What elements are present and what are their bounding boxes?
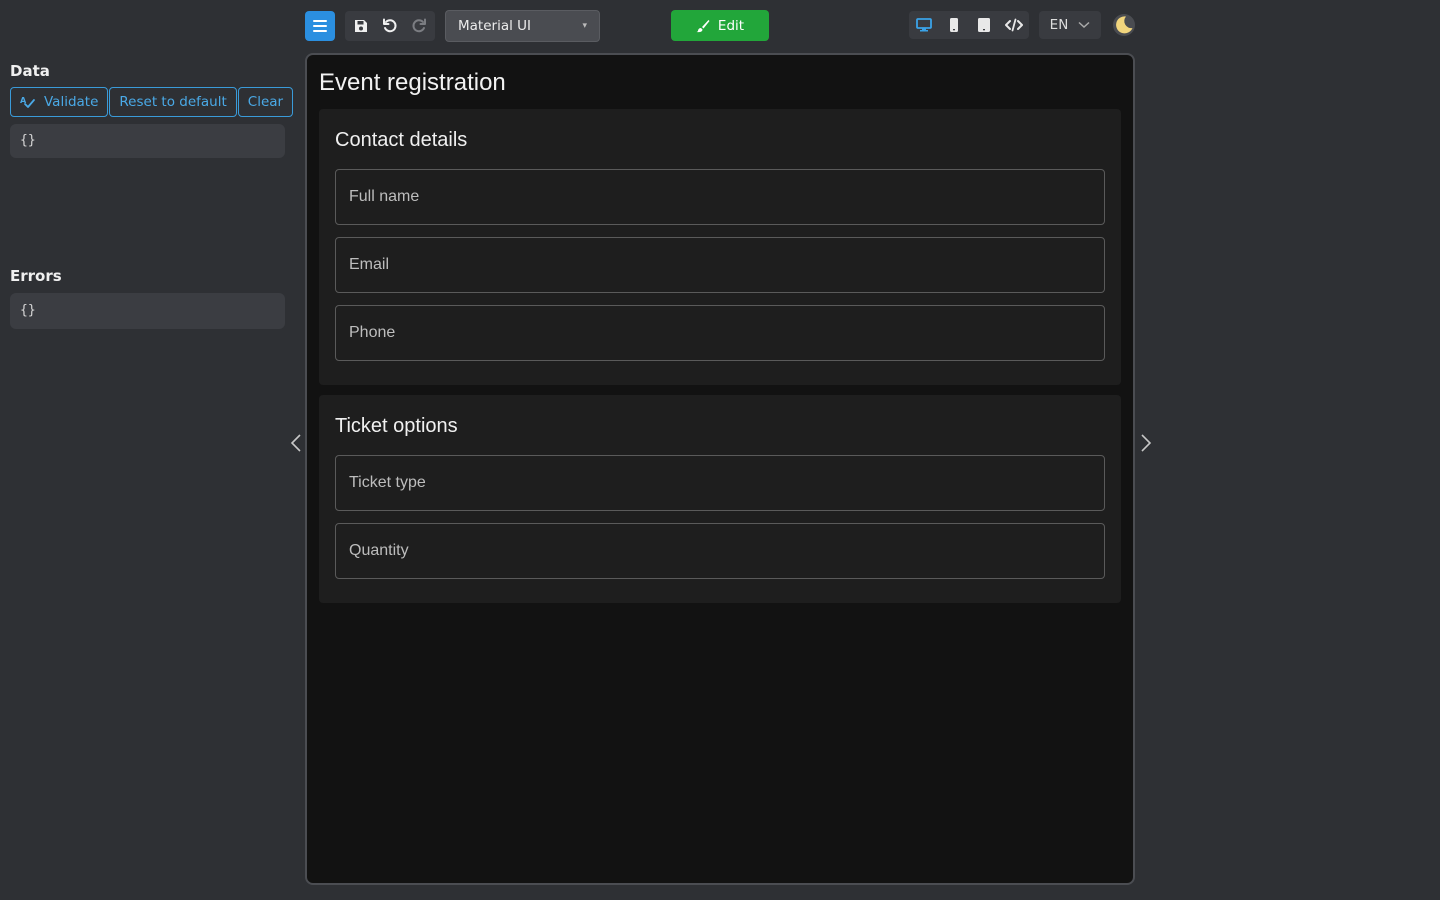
validate-button[interactable]: A Validate — [10, 87, 109, 117]
brush-icon — [696, 19, 710, 32]
phone-field[interactable]: Phone — [335, 305, 1105, 361]
form-title: Event registration — [319, 69, 506, 96]
clear-button[interactable]: Clear — [237, 87, 294, 117]
field-label: Phone — [349, 324, 396, 341]
reset-button-label: Reset to default — [119, 94, 227, 110]
redo-icon — [412, 18, 426, 33]
email-field[interactable]: Email — [335, 237, 1105, 293]
code-view-button[interactable] — [999, 11, 1029, 39]
top-toolbar: Material UI ▾ Edit EN — [0, 0, 1440, 50]
clear-button-label: Clear — [247, 94, 284, 110]
code-icon — [1005, 18, 1023, 32]
undo-icon — [382, 18, 397, 33]
tablet-icon — [978, 18, 990, 32]
form-preview: Event registration Contact details Full … — [305, 53, 1135, 885]
caret-down-icon: ▾ — [582, 21, 587, 31]
left-panel: Data A Validate Reset to default Clear {… — [10, 60, 294, 329]
save-icon — [355, 20, 368, 32]
ticket-type-field[interactable]: Ticket type — [335, 455, 1105, 511]
chevron-right-icon — [1141, 434, 1152, 452]
hamburger-menu-icon — [313, 20, 327, 32]
redo-button[interactable] — [405, 11, 433, 41]
save-button[interactable] — [347, 11, 375, 41]
quantity-field[interactable]: Quantity — [335, 523, 1105, 579]
language-select[interactable]: EN — [1039, 11, 1101, 39]
chevron-down-icon — [1078, 21, 1090, 29]
mobile-view-button[interactable] — [939, 11, 969, 39]
theme-select-value: Material UI — [458, 18, 531, 34]
collapse-right-panel-button[interactable] — [1136, 432, 1156, 454]
device-toolbar — [909, 11, 1029, 39]
tablet-view-button[interactable] — [969, 11, 999, 39]
errors-json-view: {} — [10, 293, 285, 329]
mobile-icon — [950, 18, 958, 32]
menu-button[interactable] — [305, 11, 335, 41]
field-label: Full name — [349, 188, 420, 205]
field-label: Email — [349, 256, 390, 273]
svg-text:A: A — [20, 96, 27, 105]
full-name-field[interactable]: Full name — [335, 169, 1105, 225]
edit-button-label: Edit — [717, 17, 745, 34]
field-label: Quantity — [349, 542, 409, 559]
errors-heading: Errors — [10, 267, 62, 285]
history-toolbar — [345, 11, 435, 41]
edit-button[interactable]: Edit — [671, 10, 769, 41]
field-label: Ticket type — [349, 474, 426, 491]
moon-icon — [1113, 14, 1135, 36]
data-actions: A Validate Reset to default Clear — [10, 87, 294, 117]
desktop-view-button[interactable] — [909, 11, 939, 39]
data-heading: Data — [10, 62, 50, 80]
undo-button[interactable] — [376, 11, 404, 41]
spellcheck-icon: A — [20, 96, 35, 108]
collapse-left-panel-button[interactable] — [286, 432, 306, 454]
section-title: Contact details — [335, 129, 468, 151]
section-title: Ticket options — [335, 415, 458, 437]
chevron-left-icon — [290, 434, 301, 452]
reset-to-default-button[interactable]: Reset to default — [109, 87, 237, 117]
theme-select[interactable]: Material UI ▾ — [445, 10, 600, 42]
section-contact-details: Contact details Full name Email Phone — [319, 109, 1121, 385]
language-value: EN — [1049, 17, 1069, 33]
validate-button-label: Validate — [44, 94, 99, 110]
data-json-view[interactable]: {} — [10, 124, 285, 158]
dark-mode-toggle[interactable] — [1111, 12, 1137, 38]
desktop-icon — [916, 18, 932, 32]
section-ticket-options: Ticket options Ticket type Quantity — [319, 395, 1121, 603]
